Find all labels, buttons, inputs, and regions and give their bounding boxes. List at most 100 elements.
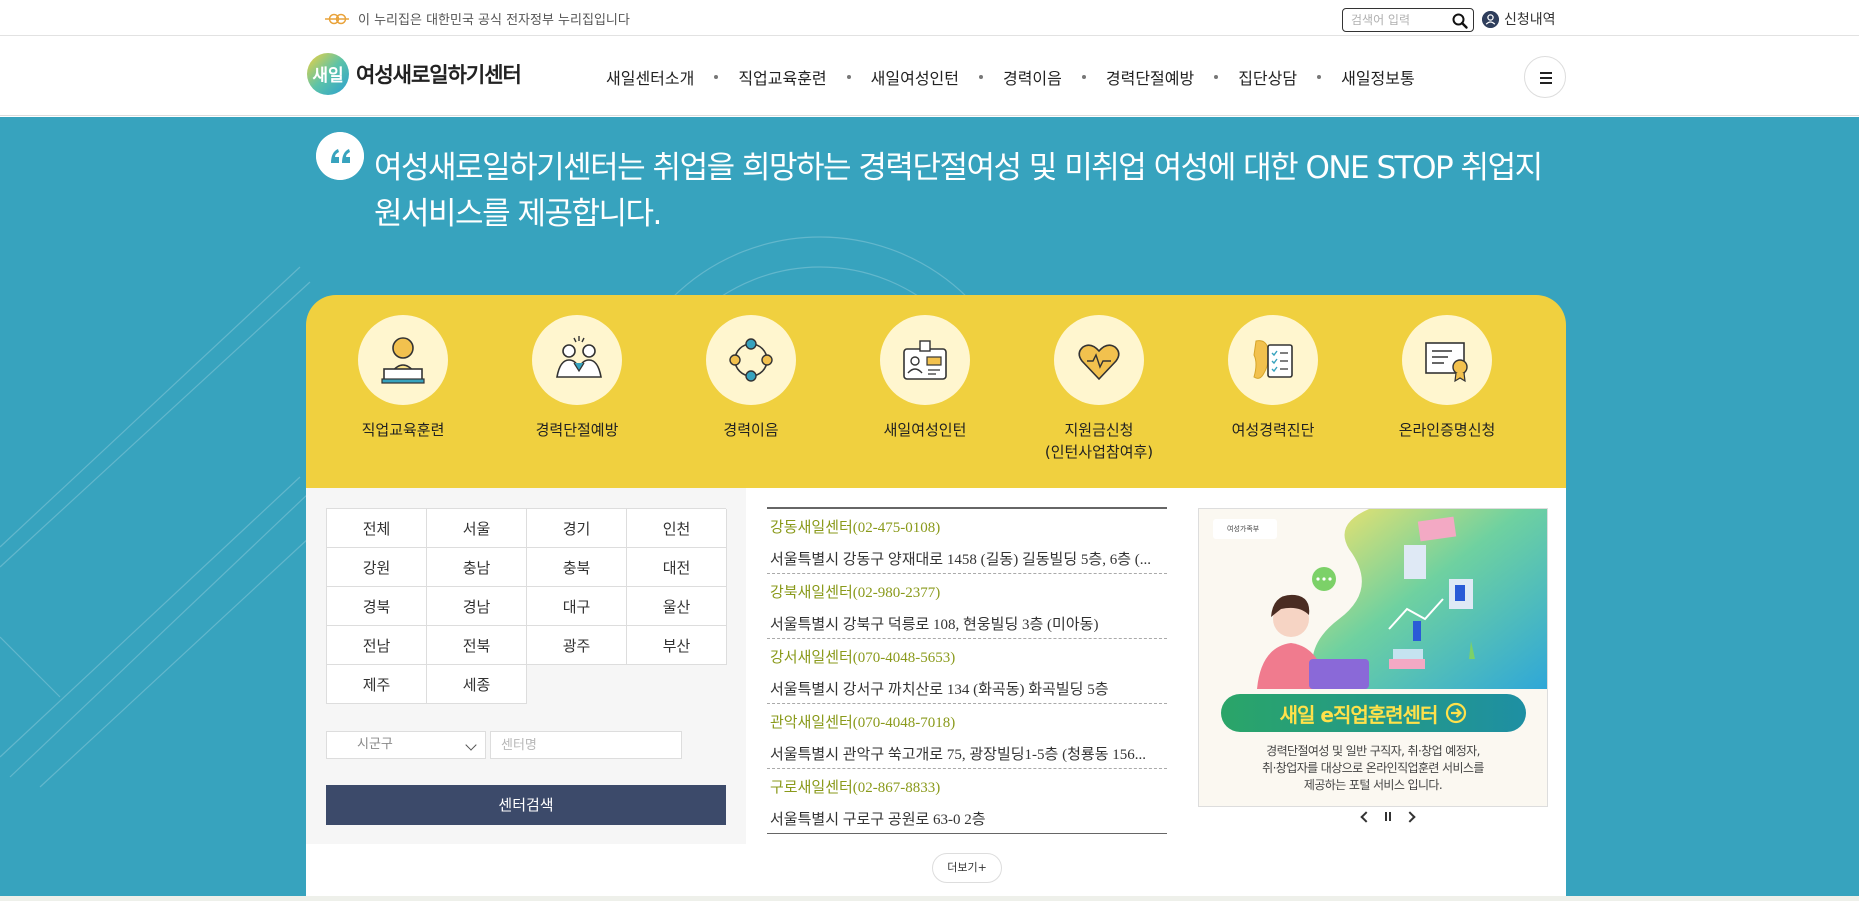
nav-separator xyxy=(1214,75,1219,79)
list-item: 강서새일센터(070-4048-5653) 서울특별시 강서구 까치산로 134… xyxy=(767,639,1167,704)
certificate-icon xyxy=(1425,342,1468,383)
hamburger-menu-button[interactable] xyxy=(1524,56,1566,98)
quick-label: 경력단절예방 xyxy=(535,421,619,439)
main-nav: 새일센터소개 직업교육훈련 새일여성인턴 경력이음 경력단절예방 집단상담 새일… xyxy=(606,65,1415,89)
logo-text: 여성새로일하기센터 xyxy=(356,63,522,87)
region-search-panel: 전체 서울 경기 인천 강원 충남 충북 대전 경북 경남 대구 울산 전남 전… xyxy=(306,488,746,844)
region-tab[interactable]: 경남 xyxy=(427,587,527,626)
center-name-link[interactable]: 구로새일센터(02-867-8833) xyxy=(770,776,1164,797)
chevron-left-icon[interactable] xyxy=(1358,810,1370,824)
region-tab[interactable]: 인천 xyxy=(627,509,727,548)
region-tab[interactable]: 강원 xyxy=(327,548,427,587)
nav-separator xyxy=(714,75,719,79)
nav-separator xyxy=(846,75,851,79)
banner-description: 경력단절여성 및 일반 구직자, 취·창업 예정자, 취·창업자를 대상으로 온… xyxy=(1262,744,1484,792)
center-name-link[interactable]: 강동새일센터(02-475-0108) xyxy=(770,516,1164,537)
quick-label: 지원금신청 (인턴사업참여후) xyxy=(1044,421,1154,461)
quick-item-career-prevention[interactable]: 경력단절예방 xyxy=(512,315,642,441)
nav-item-training[interactable]: 직업교육훈련 xyxy=(738,65,826,89)
center-list: 강동새일센터(02-475-0108) 서울특별시 강동구 양재대로 1458 … xyxy=(767,507,1167,834)
site-search xyxy=(1342,8,1474,32)
region-tab[interactable]: 경기 xyxy=(527,509,627,548)
region-tab[interactable]: 전체 xyxy=(327,509,427,548)
gov-banner-bar: 이 누리집은 대한민국 공식 전자정부 누리집입니다 신청내역 xyxy=(0,0,1859,36)
people-icon xyxy=(556,336,602,378)
site-logo[interactable]: 새일 여성새로일하기센터 xyxy=(306,52,522,96)
gov-logo-icon xyxy=(325,13,349,25)
banner-controls xyxy=(1358,810,1418,824)
logo-mark-text: 새일 xyxy=(312,66,343,86)
list-item: 강동새일센터(02-475-0108) 서울특별시 강동구 양재대로 1458 … xyxy=(767,509,1167,574)
center-address: 서울특별시 강북구 덕릉로 108, 현웅빌딩 3층 (미아동) xyxy=(770,617,1099,633)
connect-icon xyxy=(729,338,773,382)
nav-item-group-counseling[interactable]: 집단상담 xyxy=(1238,65,1297,89)
nav-item-intern[interactable]: 새일여성인턴 xyxy=(871,65,959,89)
center-name-link[interactable]: 강북새일센터(02-980-2377) xyxy=(770,581,1164,602)
region-tab[interactable]: 제주 xyxy=(327,665,427,704)
region-tab[interactable]: 대전 xyxy=(627,548,727,587)
quick-label: 새일여성인턴 xyxy=(883,421,967,439)
quote-icon xyxy=(316,132,364,180)
quick-label: 온라인증명신청 xyxy=(1398,421,1496,439)
quick-label: 경력이음 xyxy=(723,421,779,439)
center-search-button[interactable]: 센터검색 xyxy=(326,785,726,825)
center-name-link[interactable]: 관악새일센터(070-4048-7018) xyxy=(770,711,1164,732)
region-tab[interactable]: 대구 xyxy=(527,587,627,626)
region-tab[interactable]: 울산 xyxy=(627,587,727,626)
region-tab[interactable]: 서울 xyxy=(427,509,527,548)
more-button[interactable]: 더보기+ xyxy=(932,853,1002,883)
quick-item-intern[interactable]: 새일여성인턴 xyxy=(860,315,990,441)
quick-item-subsidy[interactable]: 지원금신청 (인턴사업참여후) xyxy=(1034,315,1164,463)
center-name-link[interactable]: 강서새일센터(070-4048-5653) xyxy=(770,646,1164,667)
site-header: 새일 여성새로일하기센터 새일센터소개 직업교육훈련 새일여성인턴 경력이음 경… xyxy=(0,36,1859,116)
region-tab[interactable]: 충북 xyxy=(527,548,627,587)
banner-cta-label: 새일 e직업훈련센터 xyxy=(1279,702,1439,727)
region-tab[interactable]: 광주 xyxy=(527,626,627,665)
center-name-input[interactable] xyxy=(490,731,682,759)
logo-mark-icon: 새일 xyxy=(307,53,349,95)
center-address: 서울특별시 강서구 까치산로 134 (화곡동) 화곡빌딩 5층 xyxy=(770,682,1109,698)
checklist-icon xyxy=(1253,340,1293,379)
quick-item-career-connect[interactable]: 경력이음 xyxy=(686,315,816,441)
sigungu-select[interactable]: 시군구 xyxy=(326,731,486,759)
banner-cta-button[interactable]: 새일 e직업훈련센터 xyxy=(1221,694,1526,732)
region-tab[interactable]: 전남 xyxy=(327,626,427,665)
center-address: 서울특별시 강동구 양재대로 1458 (길동) 길동빌딩 5층, 6층 (..… xyxy=(770,552,1151,568)
nav-item-career-connect[interactable]: 경력이음 xyxy=(1003,65,1062,89)
arrow-right-circle-icon xyxy=(1446,702,1467,724)
region-tab[interactable]: 세종 xyxy=(427,665,527,704)
nav-separator xyxy=(1317,75,1322,79)
region-tab[interactable]: 충남 xyxy=(427,548,527,587)
nav-item-intro[interactable]: 새일센터소개 xyxy=(606,65,694,89)
nav-separator xyxy=(1081,75,1086,79)
quick-item-career-diagnosis[interactable]: 여성경력진단 xyxy=(1208,315,1338,441)
pause-icon[interactable] xyxy=(1382,810,1394,824)
user-icon xyxy=(1482,10,1499,28)
quick-item-online-certificate[interactable]: 온라인증명신청 xyxy=(1382,315,1512,441)
center-address: 서울특별시 관악구 쑥고개로 75, 광장빌딩1-5층 (청룡동 156... xyxy=(770,747,1146,763)
region-tab[interactable]: 전북 xyxy=(427,626,527,665)
sigungu-select-value: 시군구 xyxy=(357,737,393,752)
center-address: 서울특별시 구로구 공원로 63-0 2층 xyxy=(770,812,986,828)
banner-ministry-tag: 여성가족부 xyxy=(1213,519,1277,539)
teacher-icon xyxy=(381,337,425,384)
site-search-input[interactable] xyxy=(1351,11,1447,29)
quick-label: 여성경력진단 xyxy=(1231,421,1315,439)
apply-history-label: 신청내역 xyxy=(1504,12,1556,28)
region-tab[interactable]: 경북 xyxy=(327,587,427,626)
chevron-right-icon[interactable] xyxy=(1406,810,1418,824)
list-item: 강북새일센터(02-980-2377) 서울특별시 강북구 덕릉로 108, 현… xyxy=(767,574,1167,639)
region-tab[interactable]: 부산 xyxy=(627,626,727,665)
nav-separator xyxy=(978,75,983,79)
promo-banner[interactable]: 여성가족부 새일 e직업훈련센터 경력단절여성 및 일반 구직자, 취·창업 예… xyxy=(1198,508,1548,807)
list-item: 구로새일센터(02-867-8833) 서울특별시 구로구 공원로 63-0 2… xyxy=(767,769,1167,834)
quick-label: 직업교육훈련 xyxy=(361,421,445,439)
apply-history-link[interactable]: 신청내역 xyxy=(1482,8,1556,30)
nav-item-info[interactable]: 새일정보통 xyxy=(1341,65,1415,89)
nav-item-career-prevention[interactable]: 경력단절예방 xyxy=(1106,65,1194,89)
region-grid: 전체 서울 경기 인천 강원 충남 충북 대전 경북 경남 대구 울산 전남 전… xyxy=(326,508,727,704)
main-content: 전체 서울 경기 인천 강원 충남 충북 대전 경북 경남 대구 울산 전남 전… xyxy=(306,488,1566,901)
gov-banner-text: 이 누리집은 대한민국 공식 전자정부 누리집입니다 xyxy=(358,13,630,28)
quick-item-training[interactable]: 직업교육훈련 xyxy=(338,315,468,441)
search-icon[interactable] xyxy=(1451,12,1469,30)
